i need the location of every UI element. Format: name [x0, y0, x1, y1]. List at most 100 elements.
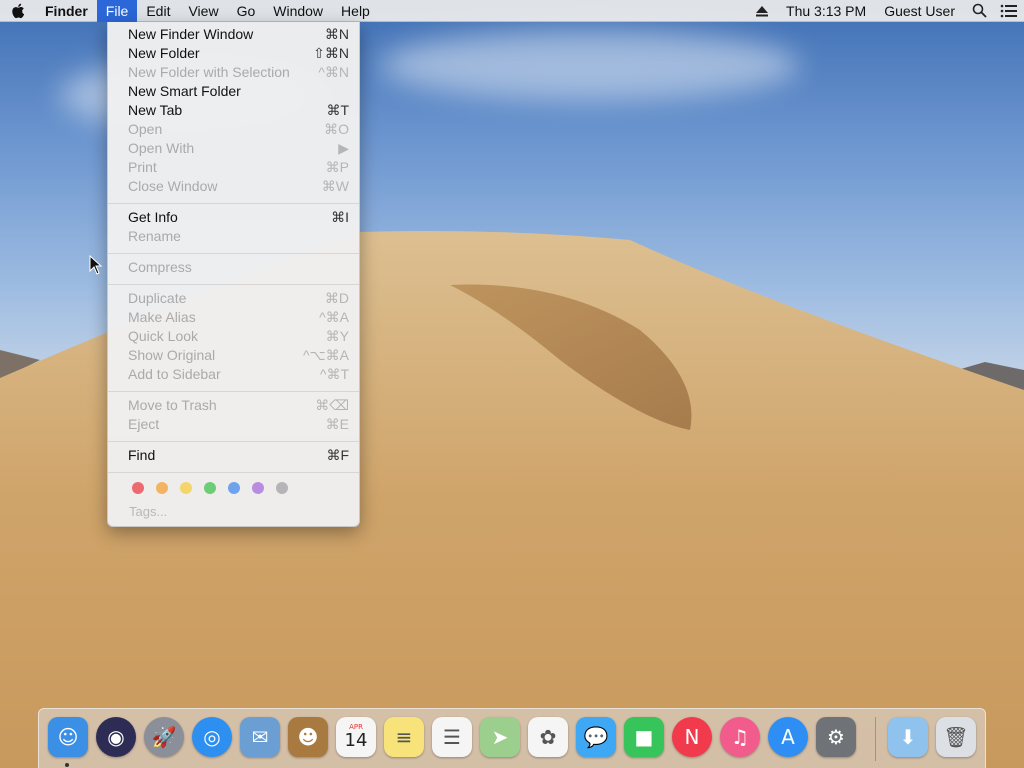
- menu-item-label: Show Original: [128, 347, 216, 363]
- siri-icon[interactable]: ◉: [96, 717, 136, 757]
- menu-view[interactable]: View: [179, 0, 227, 22]
- menu-item-quick-look: Quick Look ⌘Y: [108, 327, 359, 346]
- apple-menu-icon[interactable]: [0, 0, 36, 22]
- menu-item-shortcut: ⌘E: [325, 416, 349, 432]
- menu-item-shortcut: ⌘F: [326, 447, 349, 463]
- launchpad-icon[interactable]: 🚀: [144, 717, 184, 757]
- facetime-icon[interactable]: ■: [624, 717, 664, 757]
- menu-window[interactable]: Window: [264, 0, 332, 22]
- dock-icon-glyph: ≡: [395, 725, 413, 749]
- menu-item-find[interactable]: Find ⌘F: [108, 446, 359, 465]
- menu-item-label: Compress: [128, 259, 192, 275]
- menu-item-shortcut: ⌘I: [331, 209, 349, 225]
- menu-item-label: Rename: [128, 228, 181, 244]
- menu-item-print: Print ⌘P: [108, 158, 359, 177]
- dock-icon-glyph: ✉: [251, 725, 269, 749]
- user-menu[interactable]: Guest User: [875, 0, 964, 22]
- menu-item-label: Quick Look: [128, 328, 199, 344]
- dock-icon-glyph: ➤: [491, 725, 509, 749]
- menu-item-label: New Tab: [128, 102, 183, 118]
- menu-file[interactable]: File: [96, 0, 138, 22]
- dock-icon-glyph: ■: [634, 725, 654, 749]
- trash-icon[interactable]: 🗑: [936, 717, 976, 757]
- safari-icon[interactable]: ◎: [192, 717, 232, 757]
- app-store-icon[interactable]: A: [768, 717, 808, 757]
- menu-separator: [108, 441, 359, 442]
- app-menu-finder[interactable]: Finder: [36, 0, 97, 22]
- menu-item-get-info[interactable]: Get Info ⌘I: [108, 208, 359, 227]
- menu-item-new-folder-with-selection: New Folder with Selection ^⌘N: [108, 63, 359, 82]
- tags-label: Tags...: [129, 504, 168, 519]
- messages-icon[interactable]: 💬: [576, 717, 616, 757]
- menu-item-move-to-trash: Move to Trash ⌘⌫: [108, 396, 359, 415]
- menu-item-new-finder-window[interactable]: New Finder Window ⌘N: [108, 25, 359, 44]
- menu-item-label: Open: [128, 121, 163, 137]
- menu-item-shortcut: ⌘N: [324, 26, 349, 42]
- menu-go[interactable]: Go: [228, 0, 265, 22]
- menu-separator: [108, 391, 359, 392]
- maps-icon[interactable]: ➤: [480, 717, 520, 757]
- dock-icon-glyph: N: [684, 725, 700, 749]
- menu-item-label: Make Alias: [128, 309, 196, 325]
- menu-item-label: New Folder with Selection: [128, 64, 290, 80]
- menu-item-shortcut: ⌘T: [326, 102, 349, 118]
- menu-item-open: Open ⌘O: [108, 120, 359, 139]
- menu-item-shortcut: ⌘O: [324, 121, 349, 137]
- mouse-cursor-icon: [89, 255, 103, 275]
- menu-item-label: Duplicate: [128, 290, 187, 306]
- menu-item-label: New Finder Window: [128, 26, 254, 42]
- contacts-icon[interactable]: ☻: [288, 717, 328, 757]
- menu-item-make-alias: Make Alias ^⌘A: [108, 308, 359, 327]
- menu-separator: [108, 472, 359, 473]
- menu-item-shortcut: ⌘⌫: [315, 397, 349, 413]
- spotlight-search-icon[interactable]: [964, 0, 994, 22]
- notification-center-icon[interactable]: [994, 0, 1024, 22]
- news-icon[interactable]: N: [672, 717, 712, 757]
- menu-item-eject: Eject ⌘E: [108, 415, 359, 434]
- itunes-icon[interactable]: ♫: [720, 717, 760, 757]
- tag-color-dot-2[interactable]: [180, 482, 192, 494]
- dock-separator: [875, 717, 876, 761]
- menu-item-shortcut: ⌘Y: [325, 328, 349, 344]
- menu-item-label: Move to Trash: [128, 397, 217, 413]
- menu-item-new-tab[interactable]: New Tab ⌘T: [108, 101, 359, 120]
- eject-icon[interactable]: [747, 0, 777, 22]
- menu-edit[interactable]: Edit: [137, 0, 179, 22]
- photos-icon[interactable]: ✿: [528, 717, 568, 757]
- menu-item-label: Add to Sidebar: [128, 366, 221, 382]
- menu-item-compress: Compress: [108, 258, 359, 277]
- dock-icon-glyph: ◎: [203, 725, 221, 749]
- menu-item-duplicate: Duplicate ⌘D: [108, 289, 359, 308]
- dock-icon-glyph: ♫: [731, 725, 749, 749]
- menu-separator: [108, 203, 359, 204]
- tag-color-dot-1[interactable]: [156, 482, 168, 494]
- tag-color-dot-6[interactable]: [276, 482, 288, 494]
- menu-item-shortcut: ^⌥⌘A: [302, 347, 349, 363]
- downloads-folder-icon[interactable]: ⬇: [888, 717, 928, 757]
- tag-color-row: [132, 482, 288, 494]
- menu-item-shortcut: ^⌘N: [318, 64, 349, 80]
- finder-icon[interactable]: ☺: [48, 717, 88, 757]
- mail-icon[interactable]: ✉: [240, 717, 280, 757]
- menu-item-new-folder[interactable]: New Folder ⇧⌘N: [108, 44, 359, 63]
- tag-color-dot-3[interactable]: [204, 482, 216, 494]
- menu-item-new-smart-folder[interactable]: New Smart Folder: [108, 82, 359, 101]
- reminders-icon[interactable]: ☰: [432, 717, 472, 757]
- menu-help[interactable]: Help: [332, 0, 379, 22]
- notes-icon[interactable]: ≡: [384, 717, 424, 757]
- menu-item-label: Eject: [128, 416, 160, 432]
- calendar-icon[interactable]: APR 14: [336, 717, 376, 757]
- menu-item-shortcut: ⌘P: [325, 159, 349, 175]
- menu-item-shortcut: ⌘D: [324, 290, 349, 306]
- system-preferences-icon[interactable]: ⚙: [816, 717, 856, 757]
- menu-item-open-with: Open With ▶: [108, 139, 359, 158]
- menu-item-shortcut: ^⌘T: [319, 366, 349, 382]
- tag-color-dot-0[interactable]: [132, 482, 144, 494]
- tag-color-dot-5[interactable]: [252, 482, 264, 494]
- menu-item-show-original: Show Original ^⌥⌘A: [108, 346, 359, 365]
- clock[interactable]: Thu 3:13 PM: [777, 0, 875, 22]
- dock: ☺ ◉ 🚀 ◎ ✉ ☻ APR 14 ≡ ☰ ➤ ✿ 💬 ■ N ♫ A ⚙ ⬇ 🗑: [38, 708, 986, 768]
- menu-separator: [108, 284, 359, 285]
- menu-bar: Finder File Edit View Go Window Help Thu…: [0, 0, 1024, 22]
- tag-color-dot-4[interactable]: [228, 482, 240, 494]
